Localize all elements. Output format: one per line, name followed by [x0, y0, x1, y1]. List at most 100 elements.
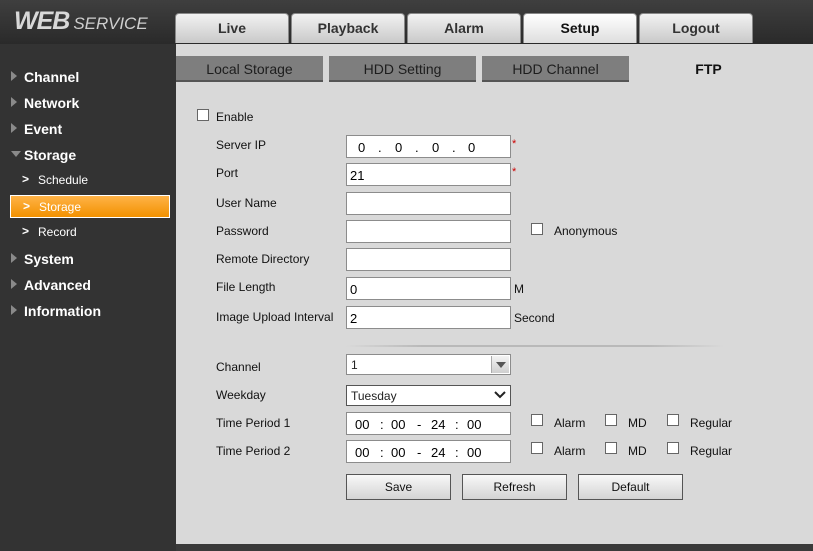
- alarm-label: Alarm: [554, 416, 586, 430]
- remote-directory-input[interactable]: [346, 248, 511, 271]
- remote-directory-label: Remote Directory: [216, 252, 310, 266]
- sidebar-item-label: Information: [24, 303, 101, 319]
- ip-separator: .: [452, 140, 456, 155]
- logo-sub: SERVICE: [73, 14, 148, 33]
- section-divider: [346, 345, 724, 347]
- port-input[interactable]: 21: [346, 163, 511, 186]
- period-1-md-checkbox[interactable]: [605, 414, 617, 426]
- end-hour[interactable]: 24: [431, 445, 445, 460]
- time-period-1-input[interactable]: 00 : 00 - 24 : 00: [346, 412, 511, 435]
- bottom-strip: [176, 544, 813, 551]
- username-input[interactable]: [346, 192, 511, 215]
- tab-logout[interactable]: Logout: [639, 13, 753, 43]
- chevron-down-icon[interactable]: [491, 356, 509, 373]
- ip-octet-2[interactable]: 0: [395, 140, 402, 155]
- period-2-md-checkbox[interactable]: [605, 442, 617, 454]
- sidebar-item-label: Channel: [24, 69, 80, 85]
- chevron-down-icon[interactable]: [494, 390, 506, 400]
- end-hour[interactable]: 24: [431, 417, 445, 432]
- file-length-input[interactable]: 0: [346, 277, 511, 300]
- tab-alarm[interactable]: Alarm: [407, 13, 521, 43]
- time-separator: :: [455, 445, 459, 460]
- subtab-hdd-setting[interactable]: HDD Setting: [329, 56, 476, 82]
- ip-octet-4[interactable]: 0: [468, 140, 475, 155]
- required-marker: *: [512, 166, 517, 178]
- md-label: MD: [628, 416, 647, 430]
- end-minute[interactable]: 00: [467, 445, 481, 460]
- tab-setup[interactable]: Setup: [523, 13, 637, 43]
- password-input[interactable]: [346, 220, 511, 243]
- channel-label: Channel: [216, 360, 261, 374]
- upload-interval-label: Image Upload Interval: [216, 310, 334, 324]
- sidebar-subitem-label: Storage: [39, 200, 82, 214]
- period-1-alarm-checkbox[interactable]: [531, 414, 543, 426]
- anonymous-checkbox[interactable]: [531, 223, 543, 235]
- subtab-hdd-channel[interactable]: HDD Channel: [482, 56, 629, 82]
- upload-interval-unit: Second: [514, 311, 555, 325]
- collapsed-arrow-icon: [11, 97, 17, 107]
- refresh-button[interactable]: Refresh: [462, 474, 567, 500]
- start-hour[interactable]: 00: [355, 445, 369, 460]
- sidebar-item-network[interactable]: Network: [0, 92, 176, 114]
- period-2-alarm-checkbox[interactable]: [531, 442, 543, 454]
- collapsed-arrow-icon: [11, 253, 17, 263]
- subtab-local-storage[interactable]: Local Storage: [176, 56, 323, 82]
- logo: WEB SERVICE: [14, 7, 148, 36]
- sidebar-subitem-label: Schedule: [38, 173, 89, 187]
- end-minute[interactable]: 00: [467, 417, 481, 432]
- ip-separator: .: [378, 140, 382, 155]
- tab-live[interactable]: Live: [175, 13, 289, 43]
- sidebar-item-system[interactable]: System: [0, 248, 176, 270]
- start-hour[interactable]: 00: [355, 417, 369, 432]
- time-separator: :: [380, 445, 384, 460]
- channel-select[interactable]: 1: [346, 354, 511, 375]
- md-label: MD: [628, 444, 647, 458]
- channel-select-value: 1: [351, 358, 358, 372]
- weekday-label: Weekday: [216, 388, 266, 402]
- subtab-ftp[interactable]: FTP: [635, 56, 782, 82]
- start-minute[interactable]: 00: [391, 445, 405, 460]
- anonymous-label: Anonymous: [554, 224, 618, 238]
- time-period-1-label: Time Period 1: [216, 416, 291, 430]
- file-length-unit: M: [514, 282, 524, 296]
- period-1-regular-checkbox[interactable]: [667, 414, 679, 426]
- sidebar-item-advanced[interactable]: Advanced: [0, 274, 176, 296]
- server-ip-label: Server IP: [216, 138, 267, 152]
- enable-checkbox[interactable]: [197, 109, 209, 121]
- time-period-2-input[interactable]: 00 : 00 - 24 : 00: [346, 440, 511, 463]
- time-separator: :: [380, 417, 384, 432]
- sidebar-item-label: Storage: [24, 147, 77, 163]
- sidebar-subitem-record[interactable]: > Record: [10, 221, 170, 244]
- sidebar-item-storage[interactable]: Storage: [0, 144, 176, 166]
- sidebar-item-label: System: [24, 251, 74, 267]
- username-label: User Name: [216, 196, 277, 210]
- weekday-select[interactable]: Tuesday: [346, 385, 511, 406]
- sidebar-subitem-storage[interactable]: > Storage: [10, 195, 170, 218]
- tab-playback[interactable]: Playback: [291, 13, 405, 43]
- password-label: Password: [216, 224, 269, 238]
- range-separator: -: [417, 417, 422, 432]
- period-2-regular-checkbox[interactable]: [667, 442, 679, 454]
- save-button[interactable]: Save: [346, 474, 451, 500]
- regular-label: Regular: [690, 416, 733, 430]
- server-ip-input[interactable]: 0 . 0 . 0 . 0: [346, 135, 511, 158]
- ip-octet-1[interactable]: 0: [358, 140, 365, 155]
- ip-octet-3[interactable]: 0: [432, 140, 439, 155]
- time-separator: :: [455, 417, 459, 432]
- regular-label: Regular: [690, 444, 733, 458]
- sidebar-item-label: Network: [24, 95, 80, 111]
- upload-interval-input[interactable]: 2: [346, 306, 511, 329]
- top-bar: WEB SERVICE Live Playback Alarm Setup Log…: [0, 0, 813, 44]
- logo-main: WEB: [14, 7, 70, 35]
- collapsed-arrow-icon: [11, 305, 17, 315]
- start-minute[interactable]: 00: [391, 417, 405, 432]
- collapsed-arrow-icon: [11, 123, 17, 133]
- sidebar-item-information[interactable]: Information: [0, 300, 176, 322]
- alarm-label: Alarm: [554, 444, 586, 458]
- default-button[interactable]: Default: [578, 474, 683, 500]
- sidebar-item-channel[interactable]: Channel: [0, 66, 176, 88]
- sidebar-item-event[interactable]: Event: [0, 118, 176, 140]
- sidebar-subitem-schedule[interactable]: > Schedule: [10, 169, 170, 192]
- sidebar-item-label: Event: [24, 121, 63, 137]
- chevron-right-icon: >: [22, 224, 30, 238]
